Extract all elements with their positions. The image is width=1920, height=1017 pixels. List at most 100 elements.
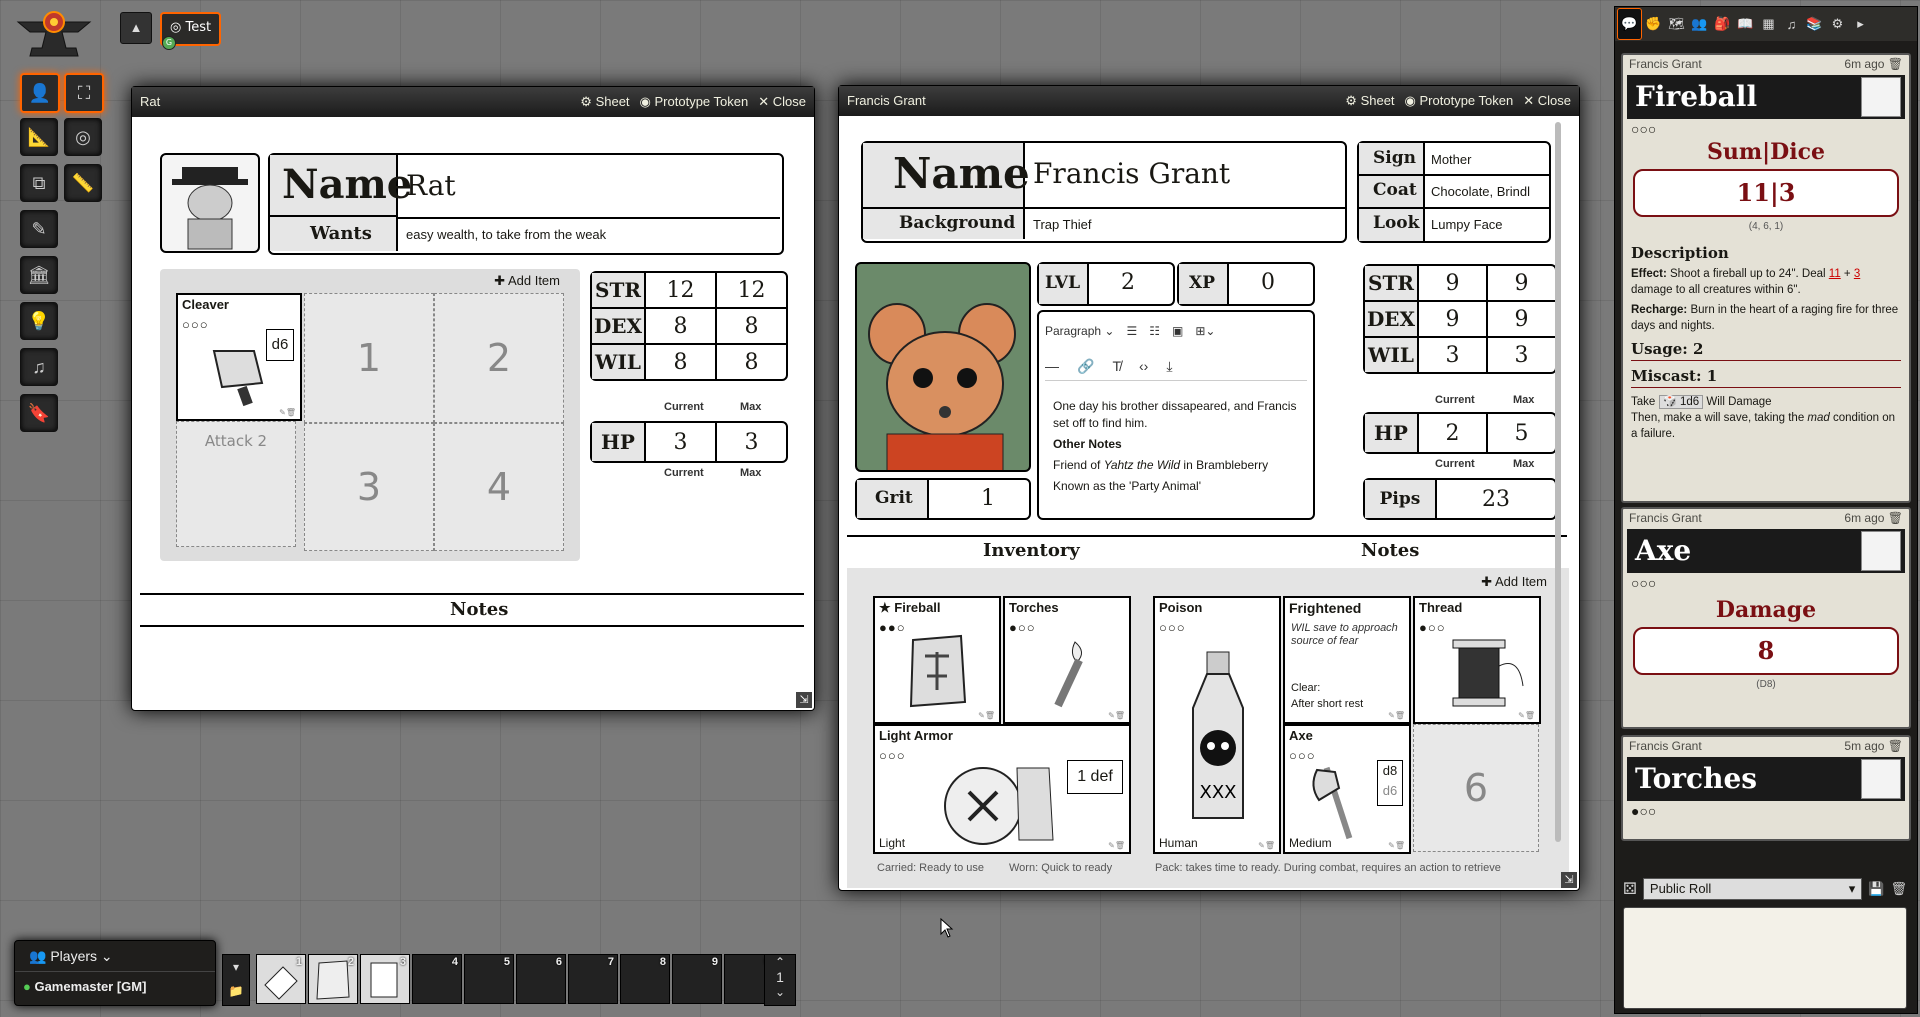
look-field[interactable]: Lumpy Face	[1431, 217, 1503, 232]
usage-pips[interactable]: ●○○	[1419, 620, 1446, 635]
map-icon[interactable]: 🗺	[1665, 9, 1688, 39]
macro-slot[interactable]: 5	[464, 954, 514, 1004]
edit-delete-icons[interactable]: ✎🗑	[1388, 711, 1405, 720]
stat-current[interactable]: 9	[1419, 302, 1486, 336]
hr-icon[interactable]: —	[1045, 358, 1059, 374]
prototype-token-button[interactable]: ◉ Prototype Token	[1405, 86, 1514, 116]
coat-field[interactable]: Chocolate, Brindl	[1431, 184, 1543, 199]
sign-field[interactable]: Mother	[1431, 152, 1471, 167]
inventory-heading[interactable]: Inventory	[983, 540, 1080, 561]
stat-max[interactable]: 9	[1486, 302, 1555, 336]
close-button[interactable]: ✕ Close	[758, 87, 806, 117]
link-icon[interactable]: 🔗	[1077, 358, 1094, 375]
scene-nav-test[interactable]: ◎ Test G	[160, 12, 222, 50]
axe-card[interactable]: Axe ○○○ d8 d6 Medium ✎🗑	[1283, 724, 1411, 854]
numbered-list-icon[interactable]: ☷	[1149, 324, 1160, 338]
sheet-button[interactable]: ⚙ Sheet	[1345, 86, 1394, 116]
rat-portrait[interactable]	[160, 153, 260, 253]
edit-delete-icons[interactable]: ✎🗑	[1258, 841, 1275, 850]
slot-4[interactable]: 4	[434, 423, 564, 551]
players-header[interactable]: 👥 Players ⌄	[15, 941, 215, 972]
measure-icon[interactable]: 📏	[64, 164, 102, 202]
chevron-down-icon[interactable]: ⌄	[765, 985, 795, 999]
lightbulb-icon[interactable]: 💡	[20, 302, 58, 340]
pencil-icon[interactable]: ✎	[20, 210, 58, 248]
caret-up-icon[interactable]: ▲	[120, 12, 152, 44]
usage-pips[interactable]: ●○○	[1009, 620, 1036, 635]
edit-delete-icons[interactable]: ✎🗑	[1518, 711, 1535, 720]
background-field[interactable]: Trap Thief	[1033, 217, 1092, 232]
trash-icon[interactable]: 🗑	[1888, 57, 1903, 71]
code-icon[interactable]: ‹›	[1139, 358, 1148, 374]
usage-pips[interactable]: ○○○	[182, 317, 209, 332]
chevron-up-icon[interactable]: ⌃	[765, 955, 795, 969]
player-row[interactable]: ● Gamemaster [GM]	[15, 972, 215, 1002]
format-select[interactable]: Paragraph ⌄	[1045, 324, 1114, 338]
close-button[interactable]: ✕ Close	[1523, 86, 1571, 116]
items-icon[interactable]: 🎒	[1711, 9, 1734, 39]
inline-roll[interactable]: 🎲 1d6	[1658, 395, 1704, 409]
edit-delete-icons[interactable]: ✎🗑	[279, 408, 296, 417]
caret-down-icon[interactable]: ▾	[223, 955, 249, 979]
cleaver-card[interactable]: Cleaver ○○○ d6 ✎🗑	[176, 293, 302, 421]
target-icon[interactable]: ◎	[64, 118, 102, 156]
bookmark-icon[interactable]: 🔖	[20, 394, 58, 432]
francis-portrait[interactable]	[855, 262, 1031, 472]
playlists-icon[interactable]: ♫	[1780, 9, 1803, 39]
trash-icon[interactable]: 🗑	[1888, 739, 1903, 753]
francis-name-field[interactable]: Francis Grant	[1033, 157, 1230, 190]
slot-2[interactable]: 2	[434, 293, 564, 423]
macro-slot[interactable]: 3	[360, 954, 410, 1004]
chat-input[interactable]	[1623, 907, 1907, 1009]
macro-slot[interactable]: 2	[308, 954, 358, 1004]
tables-icon[interactable]: ▦	[1757, 9, 1780, 39]
light-armor-card[interactable]: Light Armor ○○○ 1 def Light ✎🗑	[873, 724, 1131, 854]
bank-icon[interactable]: 🏛	[20, 256, 58, 294]
edit-delete-icons[interactable]: ✎🗑	[978, 711, 995, 720]
hotbar-controls[interactable]: ▾ 📁	[222, 954, 250, 1006]
rat-name-field[interactable]: Rat	[406, 169, 456, 202]
trash-icon[interactable]: 🗑	[1888, 511, 1903, 525]
fullscreen-icon[interactable]: ⛶	[64, 73, 104, 113]
trash-icon[interactable]: 🗑	[1890, 881, 1907, 897]
actors-icon[interactable]: 👥	[1688, 9, 1711, 39]
hp-current[interactable]: 2	[1419, 414, 1486, 452]
usage-pips[interactable]: ●●○	[879, 620, 906, 635]
scrollbar[interactable]	[1555, 122, 1561, 842]
slot-attack-2[interactable]: Attack 2	[176, 421, 296, 547]
folder-icon[interactable]: 📁	[223, 979, 249, 1003]
level-field[interactable]: 2	[1121, 270, 1135, 295]
stat-current[interactable]: 3	[1419, 338, 1486, 372]
hp-max[interactable]: 3	[715, 423, 786, 461]
stat-max[interactable]: 8	[715, 345, 786, 379]
roll-result[interactable]: 8	[1633, 627, 1899, 675]
thread-card[interactable]: Thread ●○○ ✎🗑	[1413, 596, 1541, 724]
pips-field[interactable]: 23	[1437, 480, 1555, 518]
dice-icon[interactable]: ⚄	[1623, 879, 1637, 899]
save-icon[interactable]: ⤓	[1166, 358, 1172, 375]
macro-slot[interactable]: 8	[620, 954, 670, 1004]
settings-icon[interactable]: ⚙	[1826, 9, 1849, 39]
chat-icon[interactable]: 💬	[1617, 8, 1642, 40]
edit-delete-icons[interactable]: ✎🗑	[1108, 841, 1125, 850]
wants-field[interactable]: easy wealth, to take from the weak	[406, 227, 606, 242]
xp-field[interactable]: 0	[1261, 270, 1275, 295]
slot-1[interactable]: 1	[304, 293, 434, 423]
tiles-icon[interactable]: ⧉	[20, 164, 58, 202]
table-icon[interactable]: ⊞⌄	[1195, 324, 1215, 338]
usage-pips[interactable]: ○○○	[879, 748, 906, 763]
combat-icon[interactable]: ✊	[1642, 9, 1665, 39]
anvil-logo[interactable]	[12, 8, 96, 64]
ruler-icon[interactable]: 📐	[20, 118, 58, 156]
stat-max[interactable]: 9	[1486, 266, 1555, 300]
usage-pips[interactable]: ○○○	[1159, 620, 1186, 635]
macro-slot[interactable]: 6	[516, 954, 566, 1004]
macro-slot[interactable]: 9	[672, 954, 722, 1004]
stat-max[interactable]: 12	[715, 273, 786, 307]
prototype-token-button[interactable]: ◉ Prototype Token	[640, 87, 749, 117]
stat-current[interactable]: 8	[646, 345, 715, 379]
macro-slot[interactable]: 4	[412, 954, 462, 1004]
hp-max[interactable]: 5	[1486, 414, 1555, 452]
compendium-icon[interactable]: 📚	[1803, 9, 1826, 39]
sheet-button[interactable]: ⚙ Sheet	[580, 87, 629, 117]
